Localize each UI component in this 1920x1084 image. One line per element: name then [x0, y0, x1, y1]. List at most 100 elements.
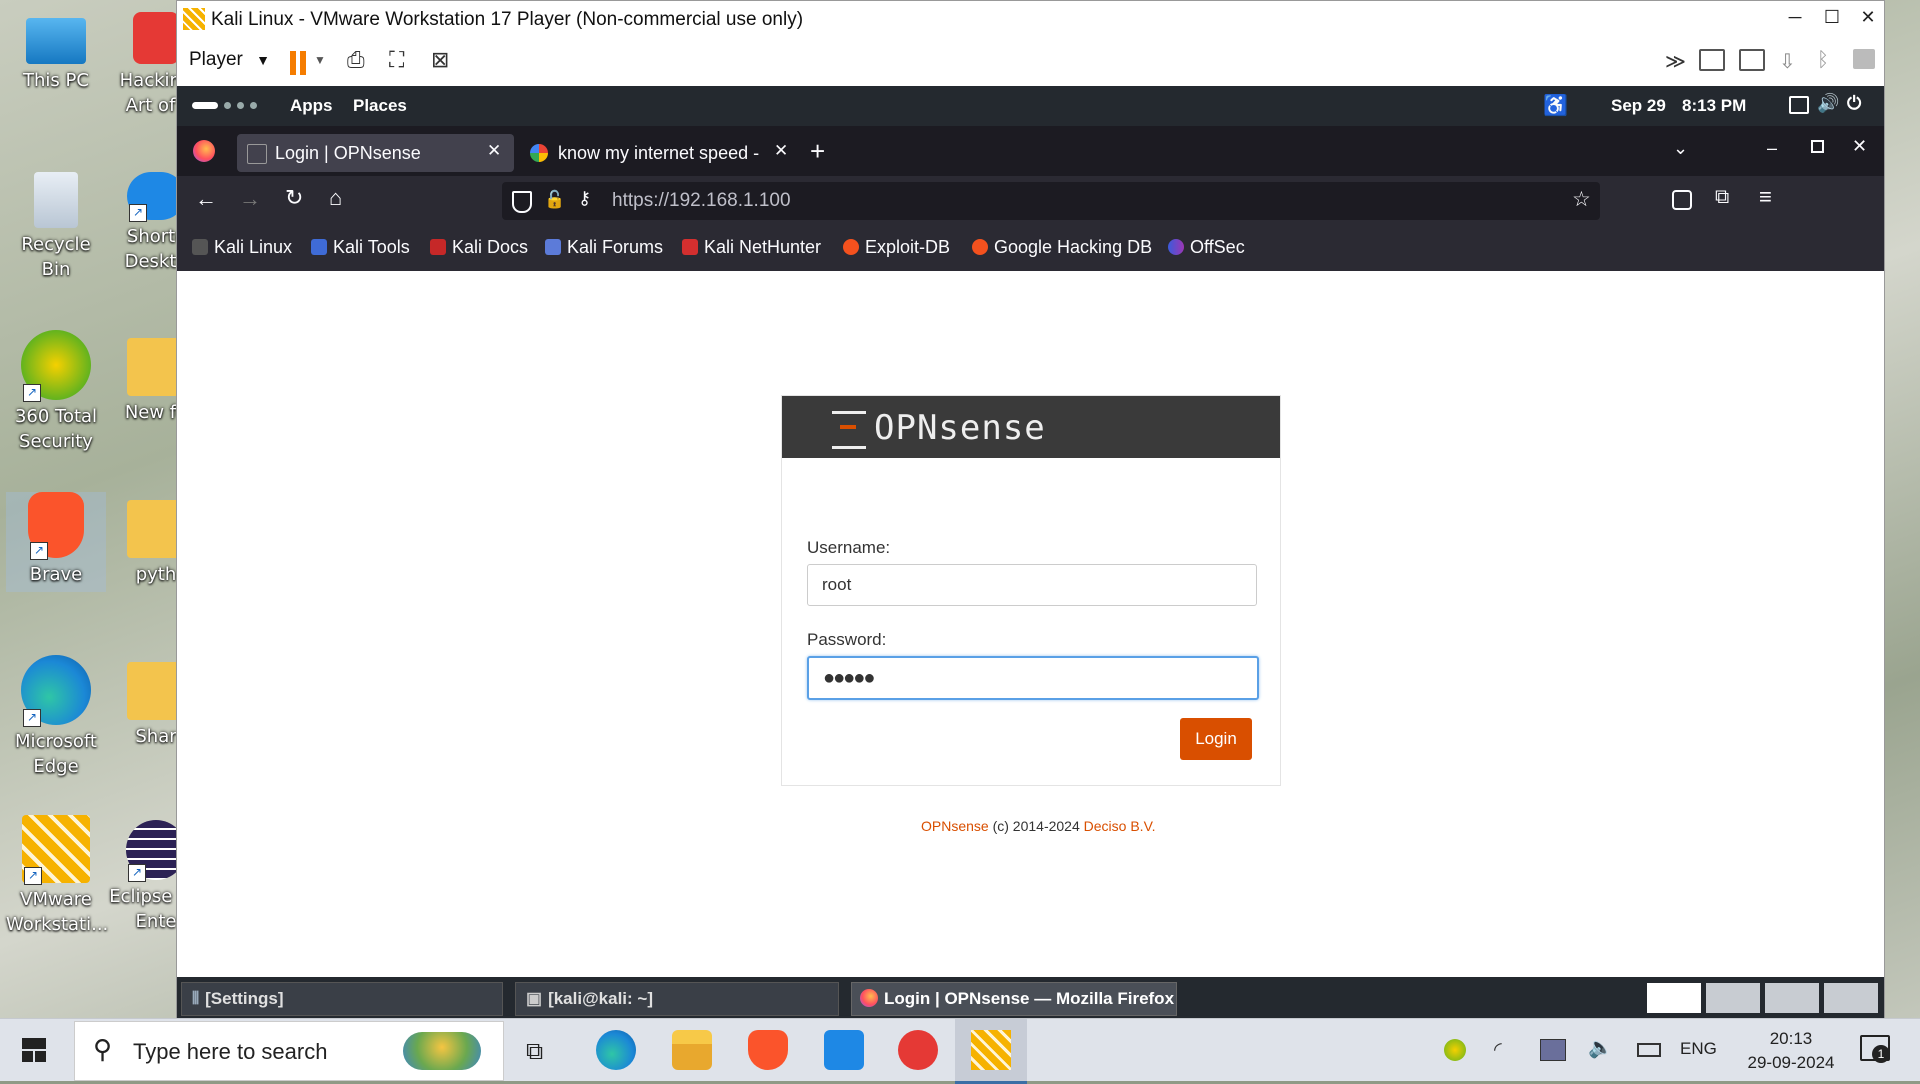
workspace-dot-icon[interactable] [237, 102, 244, 109]
vmware-taskbar-button[interactable] [955, 1019, 1027, 1084]
clock[interactable]: 20:13 29-09-2024 [1736, 1027, 1846, 1075]
username-input[interactable]: root [807, 564, 1257, 606]
tab-opnsense-login[interactable]: Login | OPNsense ✕ [237, 134, 514, 172]
workspace-2[interactable] [1706, 983, 1760, 1013]
tracking-shield-icon[interactable] [512, 191, 532, 213]
bookmark-exploit-db[interactable]: Exploit-DB [843, 237, 950, 258]
pocket-icon[interactable] [1672, 190, 1692, 210]
vm-tray-icon[interactable] [1540, 1039, 1566, 1061]
workspace-dot-icon[interactable] [250, 102, 257, 109]
edge-taskbar-icon[interactable] [596, 1030, 636, 1070]
vmware-app-icon [183, 8, 205, 30]
desktop-icon-edge[interactable]: ↗ Microsoft Edge [6, 655, 106, 779]
close-tab-icon[interactable]: ✕ [774, 141, 788, 161]
page-content: OPNsense Username: root Password: ●●●●● … [177, 271, 1884, 977]
panel-date[interactable]: Sep 29 [1611, 96, 1666, 116]
list-tabs-icon[interactable]: ⌄ [1673, 138, 1688, 159]
language-indicator[interactable]: ENG [1680, 1039, 1717, 1059]
bookmark-kali-nethunter[interactable]: Kali NetHunter [682, 237, 821, 258]
close-button[interactable]: ✕ [1845, 7, 1891, 33]
desktop-icon-recycle-bin[interactable]: Recycle Bin [6, 172, 106, 282]
desktop-icon-vmware[interactable]: ↗ VMware Workstati... [6, 815, 108, 937]
battery-icon[interactable] [1637, 1043, 1661, 1057]
tab-internet-speed[interactable]: know my internet speed - ✕ [522, 134, 794, 172]
bookmark-kali-linux[interactable]: Kali Linux [192, 237, 292, 258]
desktop-icon-brave[interactable]: ↗ Brave [6, 492, 106, 592]
bookmark-offsec[interactable]: OffSec [1168, 237, 1245, 258]
url-text[interactable]: https://192.168.1.100 [612, 190, 791, 212]
footer-opnsense-link[interactable]: OPNsense [921, 818, 989, 834]
hard-disk-icon[interactable] [1699, 49, 1725, 71]
maximize-window-icon[interactable] [1811, 140, 1824, 153]
task-firefox[interactable]: Login | OPNsense — Mozilla Firefox [851, 982, 1177, 1016]
places-menu[interactable]: Places [353, 96, 407, 116]
workspace-4[interactable] [1824, 983, 1878, 1013]
volume-icon[interactable]: 🔊 [1817, 93, 1839, 114]
workspace-3[interactable] [1765, 983, 1819, 1013]
guest-screen: Apps Places ♿ Sep 29 8:13 PM 🔊 ⏻ Login |… [177, 86, 1884, 1019]
extensions-icon[interactable]: ⧉ [1715, 186, 1729, 209]
firefox-view-icon[interactable] [193, 140, 215, 162]
home-icon[interactable]: ⌂ [329, 185, 342, 211]
volume-tray-icon[interactable]: 🔈 [1588, 1035, 1613, 1060]
player-menu[interactable]: Player ▼ [189, 49, 270, 71]
task-settings[interactable]: ⫴ [Settings] [181, 982, 503, 1016]
reload-icon[interactable]: ↻ [285, 185, 303, 211]
new-tab-icon[interactable]: + [810, 136, 825, 167]
close-window-icon[interactable]: ✕ [1852, 136, 1867, 157]
page-footer: OPNsense (c) 2014-2024 Deciso B.V. [921, 818, 1156, 834]
desktop-icon-label: 360 Total Security [14, 406, 98, 452]
wifi-icon[interactable]: ◜ [1494, 1037, 1502, 1062]
url-bar[interactable]: 🔓 ⚷ https://192.168.1.100 ☆ [502, 182, 1600, 220]
insecure-lock-icon[interactable]: 🔓 [544, 190, 565, 210]
brave-taskbar-icon[interactable] [748, 1030, 788, 1070]
username-label: Username: [807, 538, 891, 557]
forward-icon[interactable]: → [239, 186, 261, 212]
bookmark-kali-tools[interactable]: Kali Tools [311, 237, 410, 258]
workspace-dot-icon[interactable] [224, 102, 231, 109]
unity-icon[interactable]: ⊠ [431, 47, 449, 73]
workspace-indicator-icon[interactable] [192, 102, 218, 109]
bluetooth-icon[interactable]: ᛒ [1817, 49, 1829, 72]
network-adapter-icon[interactable] [1739, 49, 1765, 71]
panel-time[interactable]: 8:13 PM [1682, 96, 1746, 116]
bookmark-google-hacking-db[interactable]: Google Hacking DB [972, 237, 1152, 258]
send-ctrl-alt-del-icon[interactable]: ⎙ [347, 47, 365, 73]
desktop-icon-this-pc[interactable]: This PC [6, 12, 106, 93]
desktop-icon-label: Recycle Bin [21, 234, 91, 280]
desktop-icon-360-security[interactable]: ↗ 360 Total Security [6, 330, 106, 454]
task-view-icon[interactable]: ⧉ [526, 1038, 543, 1066]
taskbar-search-box[interactable]: ⚲ Type here to search [74, 1021, 504, 1081]
back-icon[interactable]: ← [195, 186, 217, 212]
usb-icon[interactable]: ⇩ [1779, 49, 1796, 74]
bookmark-star-icon[interactable]: ☆ [1572, 187, 1591, 212]
minimize-window-icon[interactable]: – [1767, 138, 1777, 159]
bookmark-label: Kali Linux [214, 237, 293, 257]
footer-deciso-link[interactable]: Deciso B.V. [1084, 818, 1156, 834]
more-devices-icon[interactable]: ≫ [1665, 49, 1686, 74]
bookmark-kali-docs[interactable]: Kali Docs [430, 237, 528, 258]
password-input[interactable]: ●●●●● [807, 656, 1259, 700]
menu-icon[interactable]: ≡ [1759, 184, 1772, 210]
key-icon[interactable]: ⚷ [578, 188, 591, 209]
printer-icon[interactable] [1853, 49, 1875, 69]
wps-office-icon[interactable] [898, 1030, 938, 1070]
file-explorer-icon[interactable] [672, 1030, 712, 1070]
start-icon[interactable] [22, 1038, 46, 1062]
accessibility-icon[interactable]: ♿ [1543, 93, 1568, 118]
mail-icon[interactable] [824, 1030, 864, 1070]
fullscreen-icon[interactable]: ⛶ [389, 47, 404, 73]
power-icon[interactable]: ⏻ [1847, 93, 1861, 114]
task-terminal[interactable]: ▣ [kali@kali: ~] [515, 982, 839, 1016]
workspace-1[interactable] [1647, 983, 1701, 1013]
close-tab-icon[interactable]: ✕ [487, 141, 501, 161]
bookmark-kali-forums[interactable]: Kali Forums [545, 237, 663, 258]
apps-menu[interactable]: Apps [290, 96, 333, 116]
360-tray-icon[interactable] [1444, 1039, 1466, 1061]
pause-icon[interactable] [290, 51, 296, 75]
desktop-icon-label: Microsoft Edge [15, 731, 97, 777]
login-button[interactable]: Login [1180, 718, 1252, 760]
pause-dropdown-arrow-icon[interactable]: ▼ [314, 53, 326, 67]
screen-icon[interactable] [1789, 96, 1809, 114]
notification-icon[interactable]: 1 [1860, 1035, 1890, 1063]
